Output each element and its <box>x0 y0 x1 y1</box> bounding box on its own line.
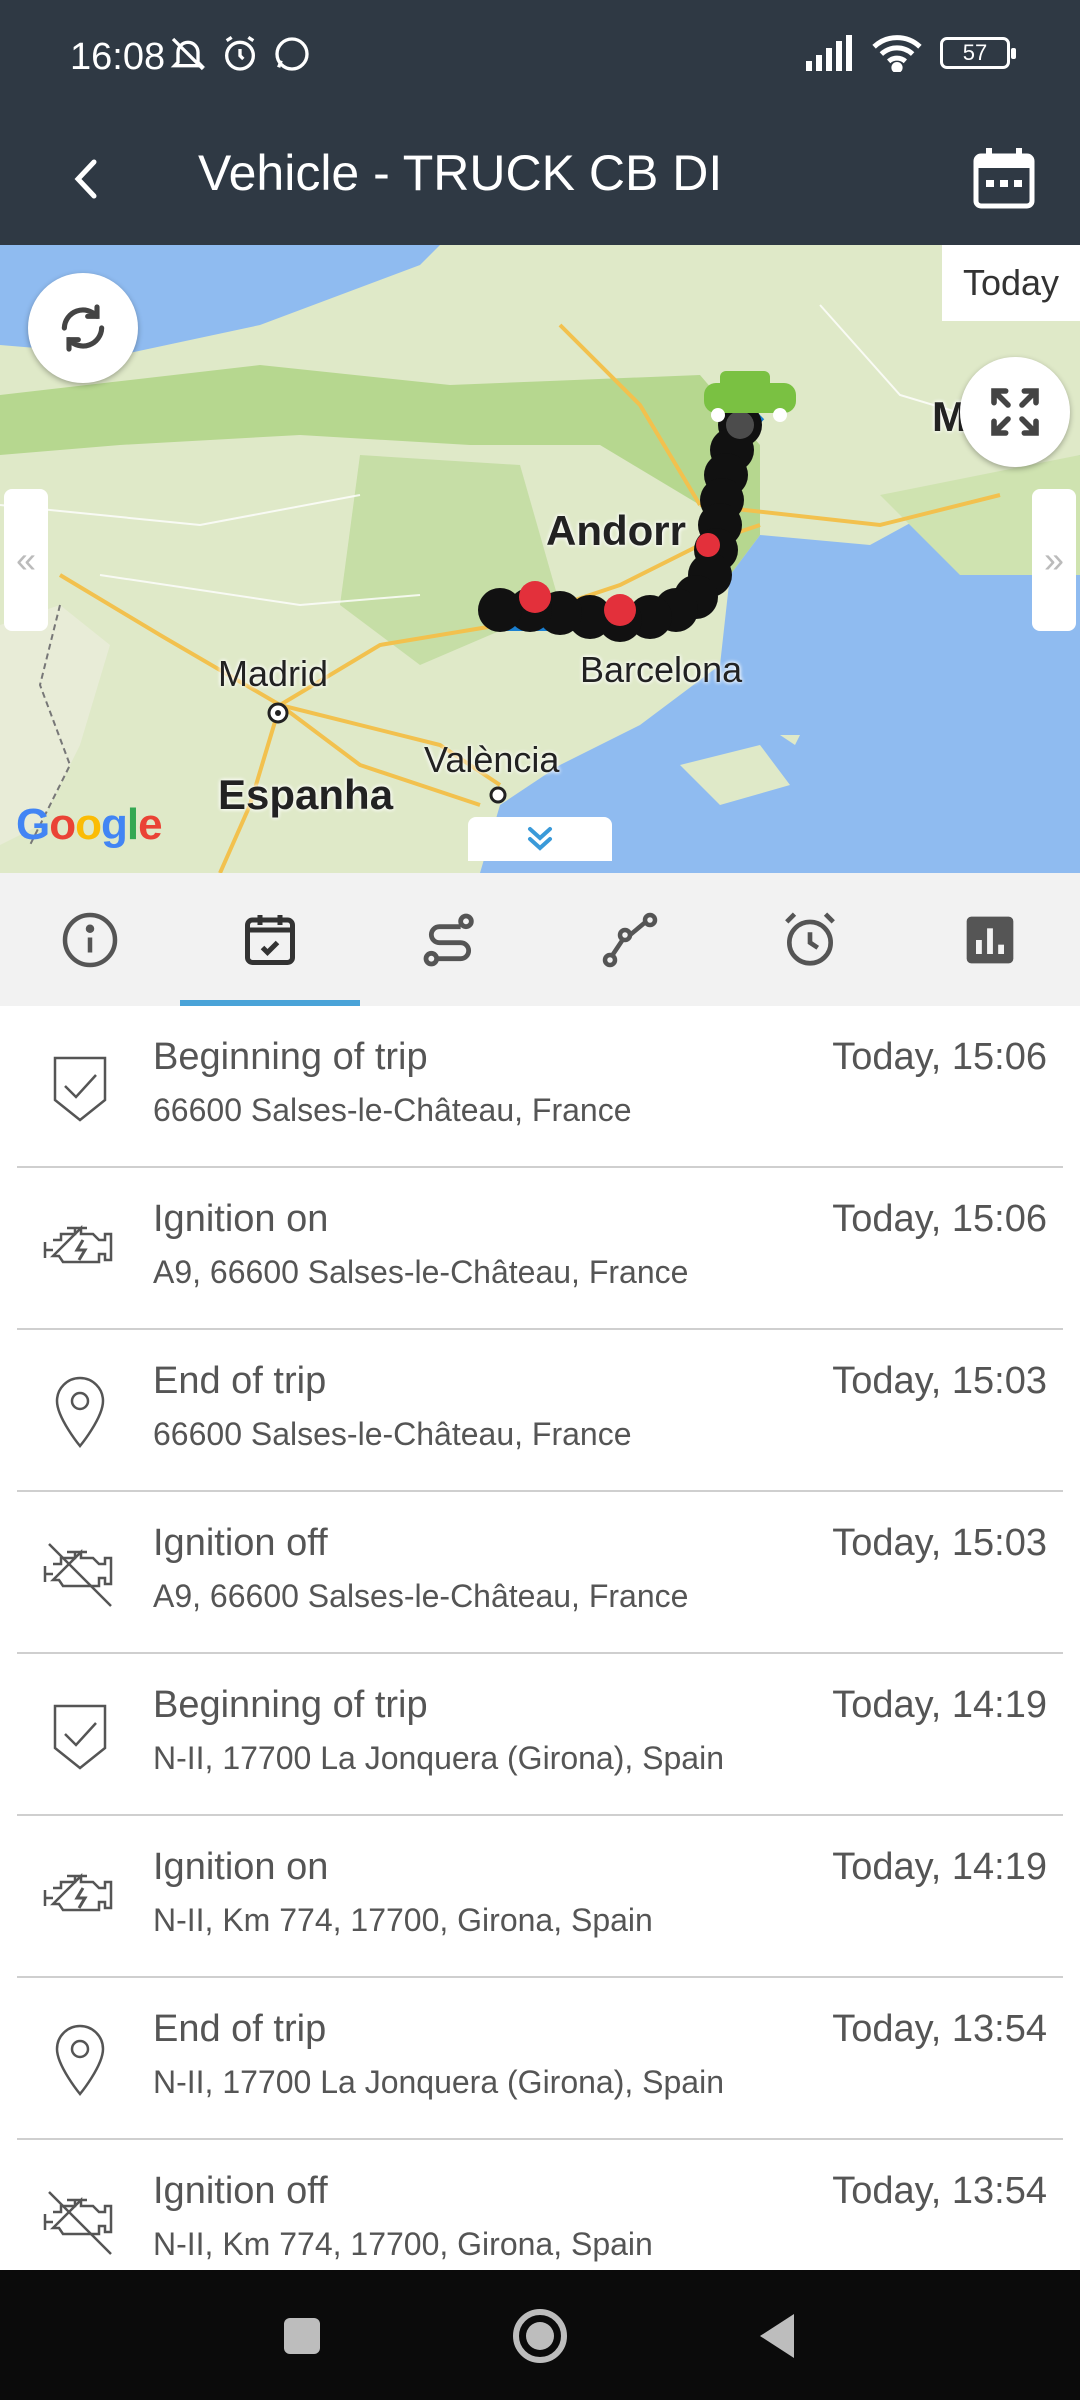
list-item[interactable]: Beginning of trip 66600 Salses-le-Châtea… <box>17 1006 1063 1168</box>
tab-bar <box>0 873 1080 1006</box>
event-address: N-II, 17700 La Jonquera (Girona), Spain <box>153 2064 724 2100</box>
location-pin-icon <box>55 2024 105 2096</box>
map-next-button[interactable]: » <box>1032 489 1076 631</box>
list-item[interactable]: Ignition on A9, 66600 Salses-le-Château,… <box>17 1168 1063 1330</box>
event-time: Today, 15:06 <box>832 1198 1047 1240</box>
refresh-button[interactable] <box>28 273 138 383</box>
back-nav-icon[interactable] <box>754 2310 798 2362</box>
page-title: Vehicle - TRUCK CB DI <box>198 145 723 201</box>
back-arrow-icon[interactable] <box>52 144 122 214</box>
list-item[interactable]: End of trip N-II, 17700 La Jonquera (Gir… <box>17 1978 1063 2140</box>
event-type: Beginning of trip <box>153 1036 428 1078</box>
fullscreen-icon <box>991 388 1039 436</box>
collapse-map-button[interactable] <box>468 817 612 861</box>
event-type: End of trip <box>153 1360 327 1402</box>
map-view[interactable]: Andorr Madrid Barcelona València Espanha… <box>0 245 1080 873</box>
signal-icon <box>806 35 852 71</box>
event-type: Ignition on <box>153 1846 329 1888</box>
refresh-icon <box>61 304 105 352</box>
info-icon <box>62 912 118 967</box>
route-icon <box>423 913 474 966</box>
chevron-down-icon <box>528 827 552 851</box>
event-time: Today, 13:54 <box>832 2170 1047 2212</box>
event-time: Today, 15:06 <box>832 1036 1047 1078</box>
map-label-valencia: València <box>424 739 560 780</box>
event-type: Ignition off <box>153 1522 328 1564</box>
alarm-icon <box>785 912 835 966</box>
event-type: Beginning of trip <box>153 1684 428 1726</box>
event-type: Ignition off <box>153 2170 328 2212</box>
mute-notification-icon <box>170 37 206 71</box>
date-range-label[interactable]: Today <box>942 245 1080 321</box>
status-bar: 16:08 57 <box>0 0 1080 118</box>
list-item[interactable]: End of trip 66600 Salses-le-Château, Fra… <box>17 1330 1063 1492</box>
event-type: End of trip <box>153 2008 327 2050</box>
event-type: Ignition on <box>153 1198 329 1240</box>
map-prev-button[interactable]: « <box>4 489 48 631</box>
whatsapp-icon <box>275 37 309 71</box>
event-time: Today, 15:03 <box>832 1522 1047 1564</box>
list-item[interactable]: Ignition off N-II, Km 774, 17700, Girona… <box>17 2140 1063 2270</box>
map-label-espanha: Espanha <box>218 771 394 818</box>
fullscreen-button[interactable] <box>960 357 1070 467</box>
event-address: A9, 66600 Salses-le-Château, France <box>153 1578 689 1614</box>
tab-route[interactable] <box>360 873 540 1006</box>
tab-statistics[interactable] <box>900 873 1080 1006</box>
engine-icon <box>43 1872 113 1912</box>
battery-indicator: 57 <box>940 37 1016 69</box>
location-pin-icon <box>55 1376 105 1448</box>
list-item[interactable]: Ignition off A9, 66600 Salses-le-Château… <box>17 1492 1063 1654</box>
path-icon <box>602 912 658 967</box>
tab-alarms[interactable] <box>720 873 900 1006</box>
event-time: Today, 14:19 <box>832 1684 1047 1726</box>
event-time: Today, 15:03 <box>832 1360 1047 1402</box>
shield-check-icon <box>53 1056 107 1122</box>
event-address: N-II, 17700 La Jonquera (Girona), Spain <box>153 1740 724 1776</box>
map-label-barcelona: Barcelona <box>580 649 743 690</box>
chevron-left-icon: « <box>15 539 37 580</box>
list-item[interactable]: Beginning of trip N-II, 17700 La Jonquer… <box>17 1654 1063 1816</box>
tab-events[interactable] <box>180 873 360 1006</box>
wifi-icon <box>872 35 922 72</box>
event-address: A9, 66600 Salses-le-Château, France <box>153 1254 689 1290</box>
google-logo: Google <box>16 800 163 849</box>
event-address: 66600 Salses-le-Château, France <box>153 1416 632 1452</box>
status-time: 16:08 <box>70 36 166 78</box>
event-list: Beginning of trip 66600 Salses-le-Châtea… <box>0 1006 1080 2270</box>
calendar-check-icon <box>245 914 295 965</box>
event-address: N-II, Km 774, 17700, Girona, Spain <box>153 1902 653 1938</box>
app-bar: Vehicle - TRUCK CB DI <box>0 118 1080 245</box>
home-icon[interactable] <box>510 2306 570 2366</box>
tab-path[interactable] <box>540 873 720 1006</box>
engine-off-icon <box>43 1543 113 1607</box>
alarm-status-icon <box>225 35 255 71</box>
tab-info[interactable] <box>0 873 180 1006</box>
chevron-right-icon: » <box>1043 539 1065 580</box>
event-time: Today, 13:54 <box>832 2008 1047 2050</box>
bar-chart-icon <box>966 916 1014 963</box>
list-item[interactable]: Ignition on N-II, Km 774, 17700, Girona,… <box>17 1816 1063 1978</box>
engine-off-icon <box>43 2191 113 2255</box>
system-navigation-bar <box>0 2270 1080 2400</box>
recent-apps-icon[interactable] <box>280 2314 324 2358</box>
event-address: N-II, Km 774, 17700, Girona, Spain <box>153 2226 653 2262</box>
map-label-andorra: Andorr <box>546 507 686 554</box>
engine-icon <box>43 1224 113 1264</box>
map-label-madrid: Madrid <box>218 653 329 694</box>
shield-check-icon <box>53 1704 107 1770</box>
event-address: 66600 Salses-le-Château, France <box>153 1092 632 1128</box>
event-time: Today, 14:19 <box>832 1846 1047 1888</box>
calendar-icon[interactable] <box>962 136 1046 220</box>
